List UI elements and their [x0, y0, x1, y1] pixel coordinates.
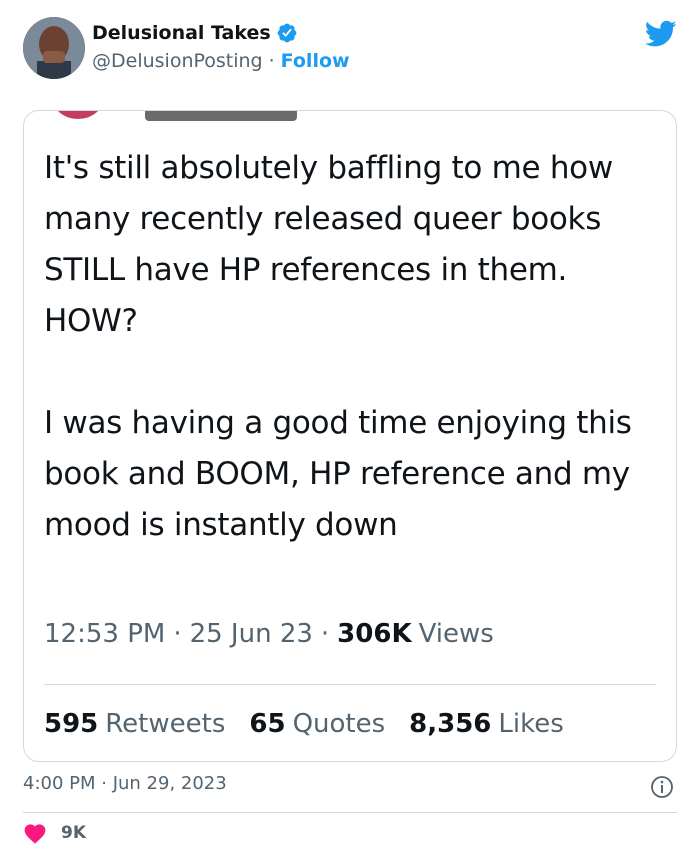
views-label: Views	[418, 619, 494, 649]
avatar-image	[23, 17, 85, 79]
likes-count: 8,356	[409, 709, 492, 739]
quoted-author-avatar	[52, 111, 104, 119]
tweet-time[interactable]: 12:53 PM	[44, 619, 165, 649]
likes-stat[interactable]: 8,356 Likes	[409, 709, 564, 739]
heart-icon[interactable]	[23, 822, 47, 844]
quoted-tweet-text: It's still absolutely baffling to me how…	[44, 150, 632, 543]
name-row: Delusional Takes	[92, 22, 298, 44]
display-name[interactable]: Delusional Takes	[92, 22, 271, 44]
separator-dot: ·	[268, 50, 275, 72]
engagement-stats: 595 Retweets 65 Quotes 8,356 Likes	[44, 709, 588, 739]
handle[interactable]: @DelusionPosting	[92, 50, 263, 72]
follow-button[interactable]: Follow	[281, 50, 350, 72]
retweets-count: 595	[44, 709, 99, 739]
handle-row: @DelusionPosting · Follow	[92, 50, 350, 72]
quotes-label: Quotes	[292, 709, 386, 739]
like-count: 9K	[61, 823, 87, 843]
separator-dot: ·	[320, 619, 330, 649]
quotes-count: 65	[249, 709, 286, 739]
post-timestamp[interactable]: 4:00 PM · Jun 29, 2023	[23, 773, 227, 794]
retweets-stat[interactable]: 595 Retweets	[44, 709, 225, 739]
like-action[interactable]: 9K	[23, 822, 86, 844]
quotes-stat[interactable]: 65 Quotes	[249, 709, 385, 739]
twitter-bird-icon[interactable]	[644, 20, 677, 48]
quoted-header-image	[145, 111, 297, 121]
divider	[44, 684, 656, 685]
tweet-meta: 12:53 PM · 25 Jun 23 · 306K Views	[44, 619, 494, 649]
verified-badge-icon	[276, 22, 298, 44]
tweet-date[interactable]: 25 Jun 23	[190, 619, 313, 649]
likes-label: Likes	[498, 709, 564, 739]
avatar[interactable]	[23, 17, 85, 79]
retweets-label: Retweets	[105, 709, 226, 739]
tweet-header: Delusional Takes @DelusionPosting · Foll…	[0, 0, 700, 100]
quoted-tweet-card[interactable]: It's still absolutely baffling to me how…	[23, 110, 677, 762]
separator-dot: ·	[173, 619, 182, 649]
views-count: 306K	[337, 619, 412, 649]
info-icon[interactable]	[650, 775, 674, 799]
footer-divider	[23, 812, 677, 813]
